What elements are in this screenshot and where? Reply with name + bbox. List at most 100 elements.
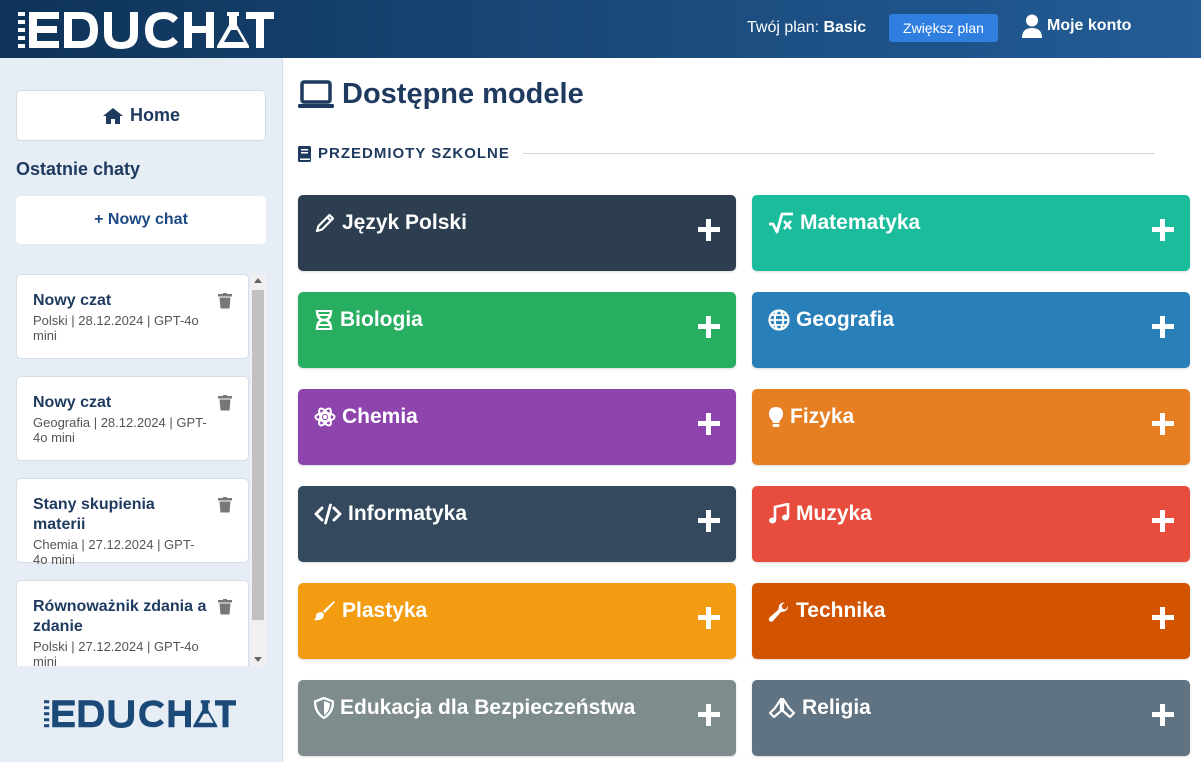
subject-card-fizyka[interactable]: Fizyka (752, 389, 1190, 465)
chat-meta: Geografia | 28.12.2024 | GPT-4o mini (33, 415, 207, 445)
plus-icon[interactable] (1152, 510, 1174, 532)
chat-meta: Polski | 28.12.2024 | GPT-4o mini (33, 313, 199, 343)
card-label: Informatyka (348, 502, 468, 525)
user-icon (1022, 14, 1042, 38)
music-icon (769, 503, 790, 524)
card-heading: Geografia (768, 308, 894, 332)
scroll-up-arrow-icon[interactable] (254, 278, 262, 283)
chat-item[interactable]: Stany skupienia materii Chemia | 27.12.2… (16, 478, 249, 567)
chat-title: Równoważnik zdania a zdanie (33, 598, 207, 635)
globe-icon (768, 309, 790, 331)
subject-card-jezyk-polski[interactable]: Język Polski (298, 195, 736, 271)
scroll-down-arrow-icon[interactable] (254, 657, 262, 662)
plus-icon[interactable] (698, 607, 720, 629)
educhat-logo-footer (42, 698, 238, 733)
card-label: Matematyka (800, 211, 921, 234)
subject-card-biologia[interactable]: Biologia (298, 292, 736, 368)
chat-title: Nowy czat (33, 292, 112, 309)
trash-icon[interactable] (218, 293, 232, 309)
card-heading: Edukacja dla Bezpieczeństwa (314, 696, 635, 720)
book-icon (298, 145, 311, 162)
card-heading: Informatyka (314, 502, 467, 526)
plus-icon[interactable] (698, 413, 720, 435)
chat-meta: Chemia | 27.12.2024 | GPT-4o mini (33, 537, 195, 567)
subject-card-muzyka[interactable]: Muzyka (752, 486, 1190, 562)
paint-brush-icon (314, 601, 335, 621)
page-title-text: Dostępne modele (342, 78, 584, 110)
lightbulb-icon (769, 407, 783, 427)
card-label: Chemia (342, 405, 418, 428)
card-heading: Fizyka (768, 405, 854, 429)
laptop-icon (298, 79, 334, 108)
card-heading: Plastyka (314, 599, 427, 623)
new-chat-button[interactable]: + Nowy chat (16, 196, 266, 244)
upgrade-plan-button[interactable]: Zwiększ plan (889, 14, 998, 42)
card-label: Muzyka (796, 502, 872, 525)
chat-list-scrollbar[interactable] (250, 274, 266, 666)
subject-card-geografia[interactable]: Geografia (752, 292, 1190, 368)
plan-value: Basic (823, 19, 867, 36)
plus-icon[interactable] (698, 316, 720, 338)
card-heading: Język Polski (314, 211, 467, 235)
plus-icon[interactable] (1152, 219, 1174, 241)
plus-icon[interactable] (698, 219, 720, 241)
section-divider (523, 153, 1155, 154)
shield-icon (314, 697, 334, 719)
plan-label: Twój plan: (747, 19, 820, 36)
chat-meta: Polski | 27.12.2024 | GPT-4o mini (33, 639, 199, 666)
plus-icon[interactable] (698, 704, 720, 726)
page-title: Dostępne modele (298, 78, 584, 111)
plus-icon[interactable] (698, 510, 720, 532)
card-heading: Technika (768, 599, 885, 623)
subject-card-technika[interactable]: Technika (752, 583, 1190, 659)
home-icon (102, 107, 123, 124)
chat-title: Nowy czat (33, 394, 112, 411)
atom-icon (314, 407, 336, 427)
card-heading: Biologia (314, 308, 423, 332)
plus-icon[interactable] (1152, 316, 1174, 338)
educhat-logo[interactable] (18, 9, 274, 49)
card-heading: Matematyka (768, 211, 920, 235)
home-label: Home (129, 105, 180, 125)
subject-card-edukacja-dla-bezpieczenstwa[interactable]: Edukacja dla Bezpieczeństwa (298, 680, 736, 756)
trash-icon[interactable] (218, 497, 232, 513)
section-header: PRZEDMIOTY SZKOLNE (298, 145, 510, 162)
subject-card-plastyka[interactable]: Plastyka (298, 583, 736, 659)
chat-list: Nowy czat Polski | 28.12.2024 | GPT-4o m… (16, 274, 266, 666)
sidebar: Home Ostatnie chaty + Nowy chat Nowy cza… (0, 58, 283, 762)
praying-hands-icon (768, 697, 796, 719)
plan-info: Twój plan: Basic (747, 19, 866, 37)
dna-icon (315, 309, 333, 331)
account-label: Moje konto (1047, 17, 1132, 34)
chat-item[interactable]: Nowy czat Geografia | 28.12.2024 | GPT-4… (16, 376, 249, 461)
square-root-icon (769, 212, 793, 234)
chat-item[interactable]: Równoważnik zdania a zdanie Polski | 27.… (16, 580, 249, 666)
card-label: Geografia (796, 308, 895, 331)
wrench-icon (768, 602, 788, 622)
card-label: Plastyka (342, 599, 428, 622)
subject-card-informatyka[interactable]: Informatyka (298, 486, 736, 562)
account-menu[interactable]: Moje konto (1021, 14, 1131, 38)
card-heading: Religia (768, 696, 871, 720)
card-label: Edukacja dla Bezpieczeństwa (340, 696, 636, 719)
chat-item[interactable]: Nowy czat Polski | 28.12.2024 | GPT-4o m… (16, 274, 249, 359)
subject-card-chemia[interactable]: Chemia (298, 389, 736, 465)
trash-icon[interactable] (218, 395, 232, 411)
plus-icon[interactable] (1152, 704, 1174, 726)
subject-card-religia[interactable]: Religia (752, 680, 1190, 756)
home-button[interactable]: Home (16, 90, 266, 141)
plus-icon[interactable] (1152, 413, 1174, 435)
code-icon (314, 503, 342, 525)
top-bar: Twój plan: Basic Zwiększ plan Moje konto (0, 0, 1201, 58)
card-heading: Chemia (314, 405, 418, 429)
section-title: PRZEDMIOTY SZKOLNE (318, 145, 510, 162)
subject-card-matematyka[interactable]: Matematyka (752, 195, 1190, 271)
trash-icon[interactable] (218, 599, 232, 615)
plus-icon[interactable] (1152, 607, 1174, 629)
chat-title: Stany skupienia materii (33, 496, 155, 533)
card-label: Fizyka (790, 405, 855, 428)
card-label: Technika (796, 599, 886, 622)
scrollbar-thumb[interactable] (252, 290, 264, 620)
pencil-icon (315, 213, 335, 233)
card-label: Język Polski (342, 211, 467, 234)
